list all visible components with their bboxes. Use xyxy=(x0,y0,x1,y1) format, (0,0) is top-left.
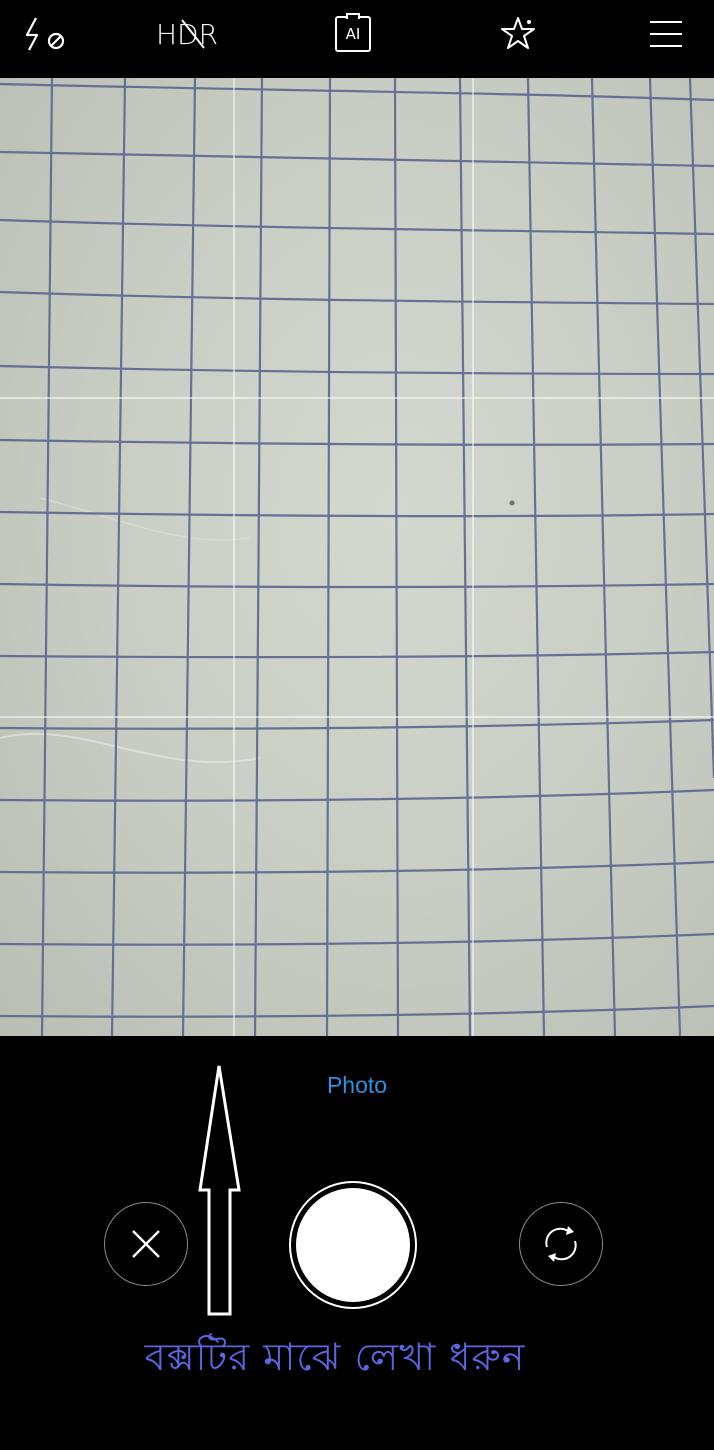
graph-paper-preview xyxy=(0,78,714,1036)
switch-camera-button[interactable] xyxy=(519,1202,603,1286)
beauty-button[interactable] xyxy=(496,12,540,56)
camera-top-bar: HDR AI xyxy=(0,0,714,78)
ai-scene-button[interactable]: AI xyxy=(330,12,376,56)
mode-photo-label[interactable]: Photo xyxy=(0,1072,714,1099)
ai-icon: AI xyxy=(335,13,371,52)
flash-toggle-button[interactable] xyxy=(18,12,70,56)
hdr-off-slash-icon xyxy=(181,19,205,49)
hdr-toggle-button[interactable]: HDR xyxy=(150,12,224,56)
close-icon xyxy=(132,1230,160,1258)
ai-label: AI xyxy=(345,25,361,43)
camera-bottom-bar: Photo বক্সটির মাঝে লেখা ধরুন xyxy=(0,1036,714,1450)
shutter-inner-circle xyxy=(296,1188,410,1302)
cancel-button[interactable] xyxy=(104,1202,188,1286)
camera-viewfinder[interactable] xyxy=(0,78,714,1036)
switch-camera-icon xyxy=(545,1226,577,1262)
menu-icon xyxy=(650,21,682,47)
beauty-star-icon xyxy=(501,17,535,49)
thirds-grid-overlay xyxy=(0,78,714,1036)
flash-off-icon xyxy=(25,17,65,51)
instruction-text: বক্সটির মাঝে লেখা ধরুন xyxy=(144,1335,526,1379)
up-arrow-icon xyxy=(198,1065,241,1316)
menu-button[interactable] xyxy=(644,12,688,56)
shutter-button[interactable] xyxy=(289,1181,417,1309)
